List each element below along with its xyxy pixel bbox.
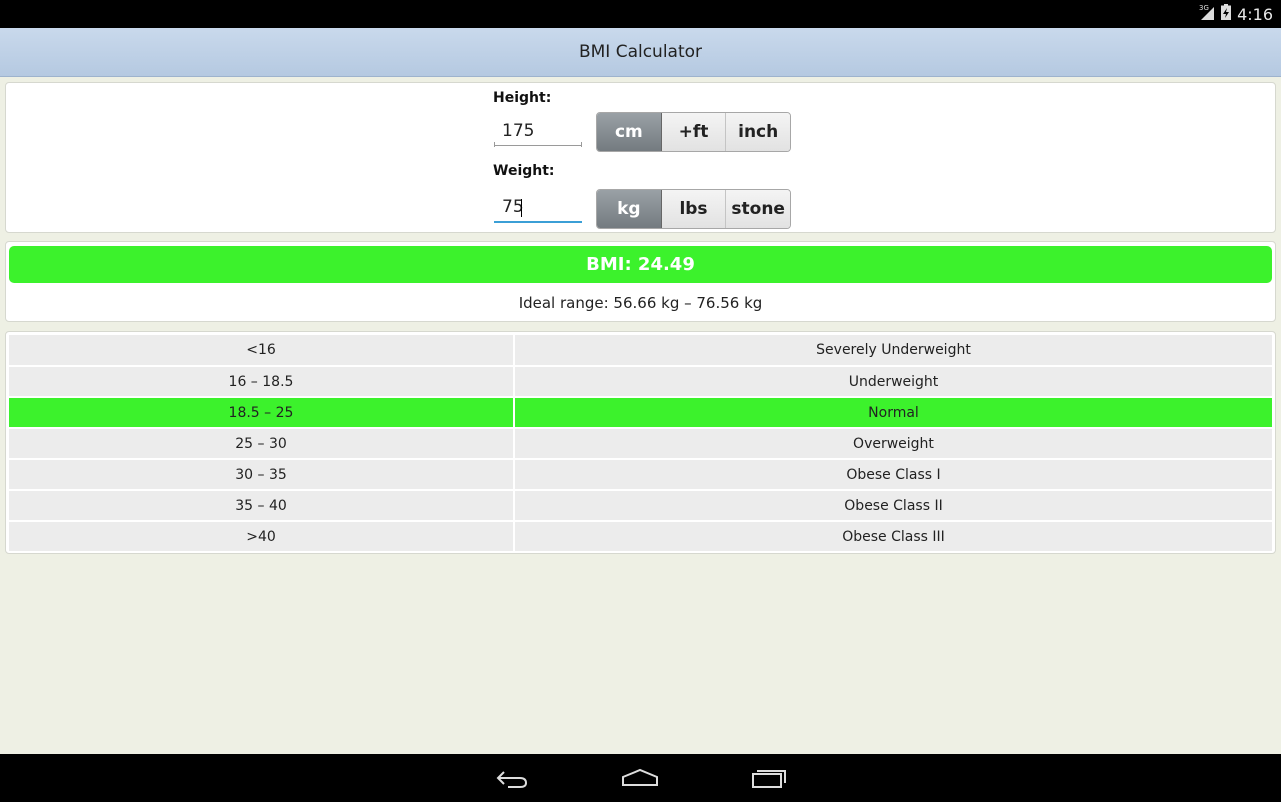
result-panel: BMI: 24.49 Ideal range: 56.66 kg – 76.56… bbox=[5, 241, 1276, 322]
bmi-range-cell: >40 bbox=[9, 521, 515, 553]
text-caret bbox=[521, 199, 522, 217]
status-bar: 3G 4:16 bbox=[0, 0, 1281, 28]
bmi-category-cell: Obese Class III bbox=[514, 521, 1272, 553]
bmi-range-cell: 18.5 – 25 bbox=[9, 397, 515, 429]
height-label: Height: bbox=[493, 90, 552, 106]
bmi-range-cell: 30 – 35 bbox=[9, 459, 515, 491]
bmi-range-cell: 25 – 30 bbox=[9, 428, 515, 460]
action-bar: BMI Calculator bbox=[0, 28, 1281, 77]
bmi-category-cell: Severely Underweight bbox=[514, 335, 1272, 367]
table-row-highlighted: 18.5 – 25 Normal bbox=[9, 397, 1272, 429]
bmi-category-table: <16 Severely Underweight 16 – 18.5 Under… bbox=[9, 335, 1272, 553]
bmi-category-cell: Overweight bbox=[514, 428, 1272, 460]
weight-label: Weight: bbox=[493, 163, 555, 179]
navigation-bar bbox=[0, 754, 1281, 802]
height-unit-cm-button[interactable]: cm bbox=[597, 113, 662, 151]
home-button[interactable] bbox=[620, 764, 660, 792]
weight-input[interactable] bbox=[494, 193, 582, 223]
back-button[interactable] bbox=[492, 764, 532, 792]
height-input-tick-right bbox=[581, 142, 582, 147]
svg-text:3G: 3G bbox=[1199, 4, 1209, 12]
height-input[interactable] bbox=[494, 116, 582, 146]
signal-icon: 3G bbox=[1199, 3, 1215, 25]
weight-unit-lbs-button[interactable]: lbs bbox=[661, 190, 727, 228]
app-title: BMI Calculator bbox=[578, 42, 703, 62]
table-row: <16 Severely Underweight bbox=[9, 335, 1272, 367]
bmi-category-cell: Obese Class I bbox=[514, 459, 1272, 491]
weight-unit-selector: kg lbs stone bbox=[596, 189, 791, 229]
table-row: 16 – 18.5 Underweight bbox=[9, 366, 1272, 398]
bmi-result-bar: BMI: 24.49 bbox=[9, 246, 1272, 283]
height-unit-inch-button[interactable]: inch bbox=[726, 113, 790, 151]
back-icon bbox=[496, 771, 528, 788]
battery-icon bbox=[1221, 4, 1232, 24]
height-unit-ft-button[interactable]: +ft bbox=[661, 113, 727, 151]
status-time: 4:16 bbox=[1237, 4, 1273, 24]
bmi-category-cell: Normal bbox=[514, 397, 1272, 429]
height-unit-selector: cm +ft inch bbox=[596, 112, 791, 152]
status-icons: 3G 4:16 bbox=[1199, 3, 1273, 25]
bmi-category-cell: Underweight bbox=[514, 366, 1272, 398]
table-row: 25 – 30 Overweight bbox=[9, 428, 1272, 460]
home-icon bbox=[622, 768, 658, 786]
bmi-range-cell: 16 – 18.5 bbox=[9, 366, 515, 398]
bmi-category-table-panel: <16 Severely Underweight 16 – 18.5 Under… bbox=[5, 331, 1276, 554]
input-panel: Height: cm +ft inch Weight: kg lbs stone bbox=[5, 82, 1276, 233]
bmi-range-cell: 35 – 40 bbox=[9, 490, 515, 522]
height-input-tick-left bbox=[494, 142, 495, 147]
bmi-category-cell: Obese Class II bbox=[514, 490, 1272, 522]
table-row: 35 – 40 Obese Class II bbox=[9, 490, 1272, 522]
table-row: 30 – 35 Obese Class I bbox=[9, 459, 1272, 491]
table-row: >40 Obese Class III bbox=[9, 521, 1272, 553]
ideal-range-text: Ideal range: 56.66 kg – 76.56 kg bbox=[518, 294, 763, 312]
bmi-range-cell: <16 bbox=[9, 335, 515, 367]
weight-unit-stone-button[interactable]: stone bbox=[726, 190, 790, 228]
recents-icon bbox=[752, 770, 786, 788]
recents-button[interactable] bbox=[749, 764, 789, 792]
weight-unit-kg-button[interactable]: kg bbox=[597, 190, 662, 228]
